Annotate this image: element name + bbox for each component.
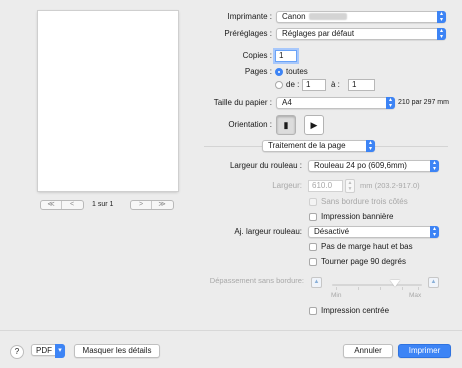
overflow-slider-track[interactable] bbox=[332, 284, 422, 286]
centered-print-label: Impression centrée bbox=[321, 306, 390, 315]
copies-label: Copies : bbox=[242, 51, 272, 60]
min-overflow-icon: ▲ bbox=[311, 277, 322, 288]
roll-width-label: Largeur du rouleau : bbox=[229, 161, 302, 170]
slider-tick bbox=[336, 287, 337, 290]
page-indicator: 1 sur 1 bbox=[92, 201, 114, 208]
borderless-three-sides-label: Sans bordure trois côtés bbox=[321, 197, 408, 206]
pages-from-label: de : bbox=[286, 80, 300, 89]
pages-all-label: toutes bbox=[286, 67, 308, 76]
roll-width-popup[interactable]: Rouleau 24 po (609,6mm) ▴ ▾ bbox=[308, 160, 439, 172]
slider-tick bbox=[380, 287, 381, 290]
paper-size-label: Taille du papier : bbox=[213, 98, 272, 107]
pages-from-field[interactable]: 1 bbox=[302, 79, 326, 91]
preview-nav-back: ≪ < bbox=[40, 200, 84, 210]
popup-arrows-icon: ▴ ▾ bbox=[437, 11, 446, 23]
paper-size-popup[interactable]: A4 ▴ ▾ bbox=[276, 97, 395, 109]
chevron-down-icon: ▾ bbox=[55, 344, 65, 358]
popup-arrows-icon: ▴ ▾ bbox=[430, 226, 439, 238]
copies-field[interactable]: 1 bbox=[275, 50, 297, 62]
pages-label: Pages : bbox=[244, 67, 272, 76]
no-margin-checkbox[interactable] bbox=[309, 243, 317, 251]
section-popup[interactable]: Traitement de la page ▴ ▾ bbox=[262, 140, 375, 152]
pages-to-label: à : bbox=[331, 80, 340, 89]
borderless-three-sides-checkbox[interactable] bbox=[309, 198, 317, 206]
popup-arrows-icon: ▴ ▾ bbox=[430, 160, 439, 172]
roll-width-value: Rouleau 24 po (609,6mm) bbox=[314, 161, 407, 170]
print-button[interactable]: Imprimer bbox=[398, 344, 451, 358]
pdf-menu-button[interactable]: PDF ▾ bbox=[31, 344, 65, 358]
printer-value: Canon bbox=[282, 12, 306, 21]
pages-range-radio[interactable] bbox=[275, 81, 283, 89]
slider-max-label: Max bbox=[409, 292, 422, 299]
printer-label: Imprimante : bbox=[227, 12, 272, 21]
banner-print-checkbox[interactable] bbox=[309, 213, 317, 221]
first-page-button[interactable]: ≪ bbox=[41, 201, 62, 209]
landscape-orientation-button[interactable]: ▶ bbox=[304, 115, 324, 135]
presets-popup[interactable]: Réglages par défaut ▴ ▾ bbox=[276, 28, 446, 40]
cancel-button[interactable]: Annuler bbox=[343, 344, 393, 358]
next-page-button[interactable]: > bbox=[131, 201, 152, 209]
portrait-orientation-button[interactable]: ▮ bbox=[276, 115, 296, 135]
portrait-icon: ▮ bbox=[283, 120, 289, 130]
fit-roll-popup[interactable]: Désactivé ▴ ▾ bbox=[308, 226, 439, 238]
footer-separator bbox=[0, 330, 462, 331]
centered-print-checkbox[interactable] bbox=[309, 307, 317, 315]
rotate-90-label: Tourner page 90 degrés bbox=[321, 257, 406, 266]
no-margin-label: Pas de marge haut et bas bbox=[321, 242, 413, 251]
slider-tick bbox=[402, 287, 403, 290]
slider-tick bbox=[418, 287, 419, 290]
fit-roll-value: Désactivé bbox=[314, 227, 350, 236]
stepper-down-icon: ▼ bbox=[347, 186, 353, 192]
landscape-icon: ▶ bbox=[310, 120, 318, 130]
width-stepper[interactable]: ▲ ▼ bbox=[345, 179, 355, 193]
max-overflow-icon: ▲ bbox=[428, 277, 439, 288]
preview-nav-forward: > ≫ bbox=[130, 200, 174, 210]
overflow-label: Dépassement sans bordure: bbox=[209, 276, 304, 285]
rotate-90-checkbox[interactable] bbox=[309, 258, 317, 266]
pages-to-field[interactable]: 1 bbox=[348, 79, 375, 91]
banner-print-label: Impression bannière bbox=[321, 212, 394, 221]
pages-all-radio[interactable] bbox=[275, 68, 283, 76]
slider-tick bbox=[358, 287, 359, 290]
slider-min-label: Min bbox=[331, 292, 342, 299]
width-unit-range: mm (203.2-917.0) bbox=[360, 181, 420, 190]
section-value: Traitement de la page bbox=[268, 141, 346, 150]
page-preview bbox=[38, 11, 178, 191]
last-page-button[interactable]: ≫ bbox=[152, 201, 172, 209]
orientation-label: Orientation : bbox=[228, 120, 272, 129]
fit-roll-label: Aj. largeur rouleau: bbox=[234, 227, 302, 236]
presets-value: Réglages par défaut bbox=[282, 29, 355, 38]
paper-dimensions: 210 par 297 mm bbox=[398, 99, 449, 106]
hide-details-button[interactable]: Masquer les détails bbox=[74, 344, 160, 358]
overflow-slider-thumb[interactable] bbox=[390, 280, 400, 287]
help-button[interactable]: ? bbox=[10, 345, 24, 359]
previous-page-button[interactable]: < bbox=[62, 201, 82, 209]
width-label: Largeur: bbox=[272, 181, 302, 190]
printer-name-redacted bbox=[308, 13, 347, 21]
presets-label: Préréglages : bbox=[224, 29, 272, 38]
popup-arrows-icon: ▴ ▾ bbox=[366, 140, 375, 152]
paper-size-value: A4 bbox=[282, 98, 292, 107]
popup-arrows-icon: ▴ ▾ bbox=[386, 97, 395, 109]
pdf-label: PDF bbox=[36, 346, 52, 355]
printer-popup[interactable]: Canon ▴ ▾ bbox=[276, 11, 446, 23]
width-field[interactable]: 610.0 bbox=[308, 180, 343, 192]
popup-arrows-icon: ▴ ▾ bbox=[437, 28, 446, 40]
